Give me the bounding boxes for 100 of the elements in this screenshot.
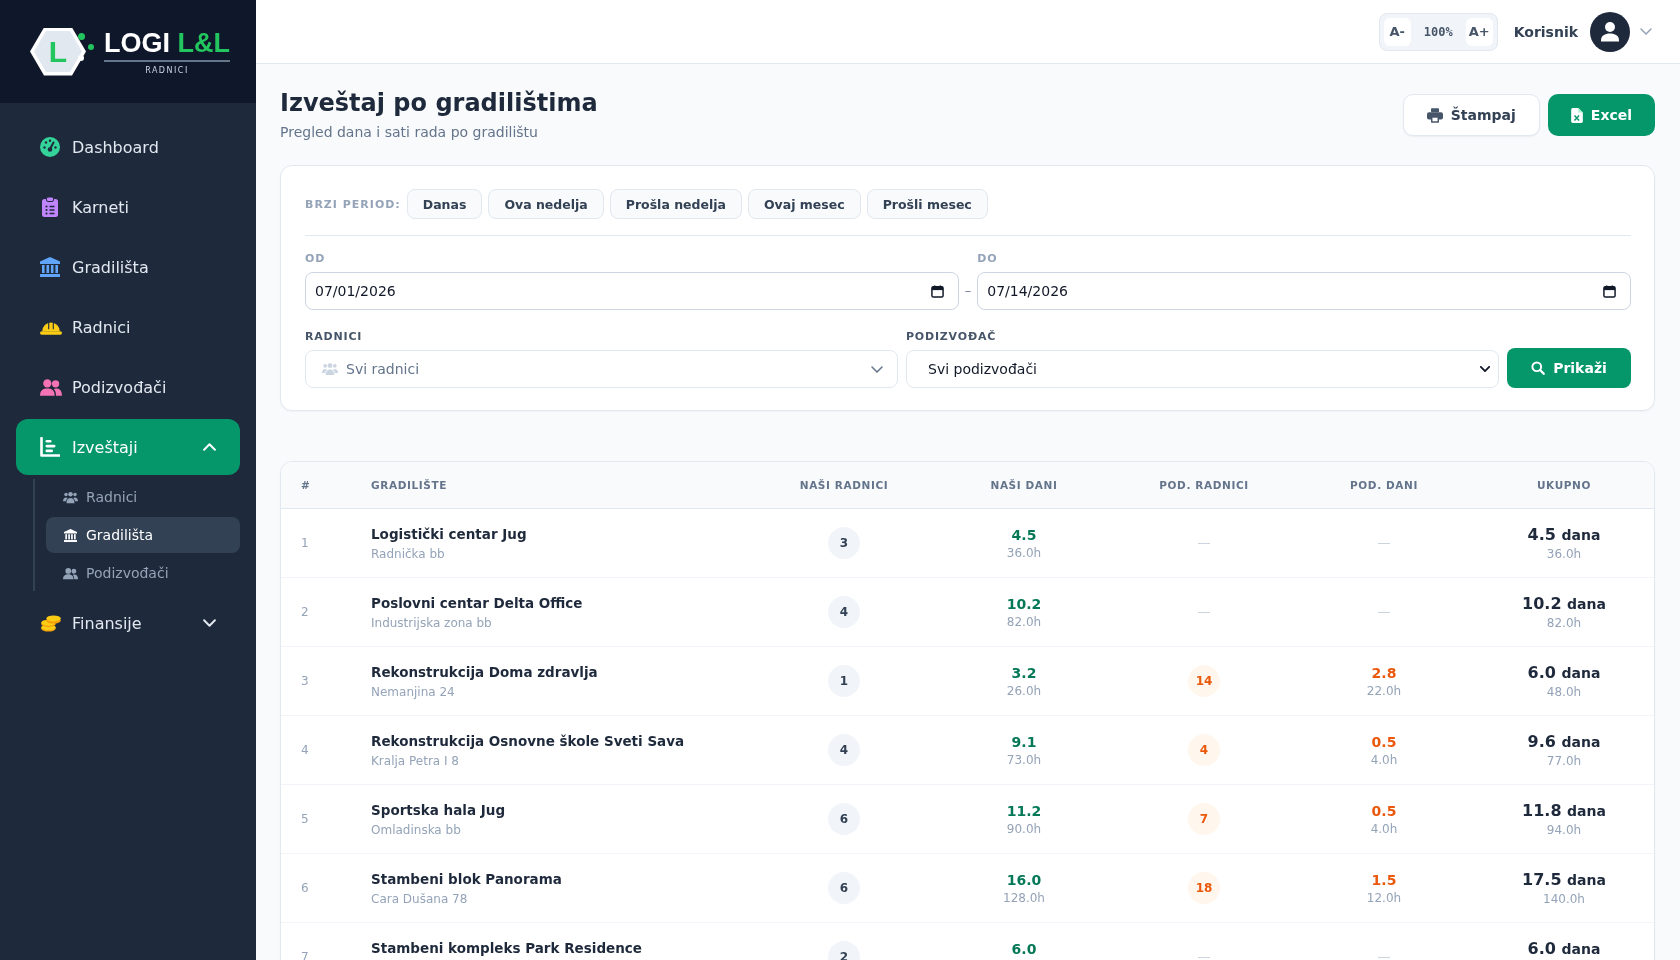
period-option[interactable]: Danas bbox=[406, 189, 483, 219]
column-header: NAŠI DANI bbox=[990, 479, 1058, 491]
period-option[interactable]: Prošli mesec bbox=[866, 189, 988, 219]
site-address: Omladinska bb bbox=[371, 821, 461, 838]
nav-item[interactable]: Radnici bbox=[16, 299, 240, 355]
total-days: 11.8 dana bbox=[1522, 800, 1606, 821]
hours-value: 140.0h bbox=[1543, 890, 1585, 907]
print-button[interactable]: Štampaj bbox=[1402, 94, 1540, 136]
page-subtitle: Pregled dana i sati rada po gradilištu bbox=[280, 123, 538, 142]
row-number: 5 bbox=[301, 812, 309, 826]
empty-dash-icon bbox=[1198, 542, 1210, 544]
field-label: PODIZVOĐAČ bbox=[906, 330, 997, 344]
nav-item[interactable]: Dashboard bbox=[16, 119, 240, 175]
increase-font-button[interactable]: A+ bbox=[1465, 17, 1493, 46]
total-days: 6.0 dana bbox=[1527, 662, 1601, 683]
user-name: Korisnik bbox=[1513, 23, 1578, 40]
site-name: Logistički centar Jug bbox=[371, 524, 527, 543]
hours-value: 26.0h bbox=[1006, 682, 1042, 699]
worker-count-badge: 18 bbox=[1188, 872, 1220, 904]
empty-dash-icon bbox=[1378, 956, 1390, 958]
export-button[interactable]: Excel bbox=[1547, 94, 1655, 136]
chevron-down-icon[interactable] bbox=[1640, 28, 1652, 35]
decrease-font-button[interactable]: A- bbox=[1383, 17, 1411, 46]
date-field[interactable]: 07/01/2026 bbox=[305, 272, 959, 310]
logo-wordmark: LOGI L&L bbox=[104, 27, 230, 58]
hours-value: 82.0h bbox=[1006, 613, 1042, 630]
bank-icon bbox=[63, 528, 78, 542]
column-header: NAŠI RADNICI bbox=[799, 479, 889, 491]
days-value: 10.2 bbox=[1006, 594, 1042, 613]
spreadsheet-file-icon bbox=[1570, 107, 1583, 123]
nav-item[interactable]: Finansije bbox=[16, 595, 240, 651]
page-title: Izveštaj po gradilištima bbox=[280, 88, 598, 119]
coins-icon bbox=[40, 614, 62, 632]
row-number: 1 bbox=[301, 536, 309, 550]
calendar-icon bbox=[1603, 284, 1616, 298]
users-icon bbox=[40, 378, 62, 396]
logo-tagline: RADNICI bbox=[104, 59, 230, 76]
nav-item[interactable]: Podizvođači bbox=[16, 359, 240, 415]
total-days: 17.5 dana bbox=[1522, 869, 1606, 890]
nav-item[interactable]: Karneti bbox=[16, 179, 240, 235]
total-days: 10.2 dana bbox=[1522, 593, 1606, 614]
hours-value: 77.0h bbox=[1546, 752, 1582, 769]
site-address: Cara Dušana 78 bbox=[371, 890, 468, 907]
total-days: 9.6 dana bbox=[1527, 731, 1601, 752]
sub-nav-item[interactable]: Podizvođači bbox=[46, 555, 240, 591]
logo-mark: L bbox=[30, 27, 96, 76]
row-number: 2 bbox=[301, 605, 309, 619]
show-button[interactable]: Prikaži bbox=[1507, 348, 1631, 388]
site-name: Stambeni blok Panorama bbox=[371, 869, 562, 888]
gauge-icon bbox=[40, 137, 60, 157]
site-name: Rekonstrukcija Doma zdravlja bbox=[371, 662, 598, 681]
worker-count-badge: 4 bbox=[828, 596, 860, 628]
hours-value: 94.0h bbox=[1546, 821, 1582, 838]
empty-dash-icon bbox=[1378, 611, 1390, 613]
column-header: # bbox=[301, 479, 311, 491]
sub-nav-item[interactable]: Gradilišta bbox=[46, 517, 240, 553]
row-number: 3 bbox=[301, 674, 309, 688]
site-address: Kralja Petra I 8 bbox=[371, 752, 459, 769]
days-value: 9.1 bbox=[1011, 732, 1037, 751]
period-option[interactable]: Ovaj mesec bbox=[748, 189, 861, 219]
days-value: 0.5 bbox=[1371, 801, 1397, 820]
workers-select[interactable]: Svi radnici bbox=[305, 350, 898, 388]
row-number: 4 bbox=[301, 743, 309, 757]
empty-dash-icon bbox=[1378, 542, 1390, 544]
hours-value: 48.0h bbox=[1546, 683, 1582, 700]
subcontractor-select[interactable]: Svi podizvođači bbox=[906, 350, 1499, 388]
bar-chart-icon bbox=[40, 437, 60, 457]
site-name: Sportska hala Jug bbox=[371, 800, 506, 819]
quick-period-label: BRZI PERIOD: bbox=[305, 197, 401, 211]
total-days: 4.5 dana bbox=[1527, 524, 1601, 545]
site-name: Rekonstrukcija Osnovne škole Sveti Sava bbox=[371, 731, 685, 750]
empty-dash-icon bbox=[1198, 956, 1210, 958]
bank-icon bbox=[40, 257, 60, 277]
search-icon bbox=[1531, 361, 1546, 375]
hours-value: 4.0h bbox=[1370, 820, 1398, 837]
worker-count-badge: 14 bbox=[1188, 665, 1220, 697]
chevron-down-icon bbox=[871, 365, 883, 373]
user-avatar-icon[interactable] bbox=[1590, 11, 1630, 52]
printer-icon bbox=[1426, 107, 1443, 123]
date-field[interactable]: 07/14/2026 bbox=[977, 272, 1631, 310]
period-option[interactable]: Ova nedelja bbox=[488, 189, 604, 219]
hours-value: 36.0h bbox=[1546, 545, 1582, 562]
field-label: OD bbox=[305, 252, 326, 266]
empty-dash-icon bbox=[1198, 611, 1210, 613]
worker-count-badge: 6 bbox=[828, 872, 860, 904]
range-separator: – bbox=[964, 282, 972, 300]
site-address: Nemanjina 24 bbox=[371, 683, 455, 700]
days-value: 11.2 bbox=[1006, 801, 1042, 820]
nav-item[interactable]: Gradilišta bbox=[16, 239, 240, 295]
hours-value: 4.0h bbox=[1370, 751, 1398, 768]
period-option[interactable]: Prošla nedelja bbox=[609, 189, 742, 219]
hours-value: 82.0h bbox=[1546, 614, 1582, 631]
worker-count-badge: 3 bbox=[828, 527, 860, 559]
column-header: GRADILIŠTE bbox=[371, 479, 447, 491]
column-header: POD. DANI bbox=[1350, 479, 1418, 491]
nav-item[interactable]: Izveštaji bbox=[16, 419, 240, 475]
days-value: 4.5 bbox=[1011, 525, 1037, 544]
worker-count-badge: 6 bbox=[828, 803, 860, 835]
site-address: Radnička bb bbox=[371, 545, 445, 562]
sub-nav-item[interactable]: Radnici bbox=[46, 479, 240, 515]
